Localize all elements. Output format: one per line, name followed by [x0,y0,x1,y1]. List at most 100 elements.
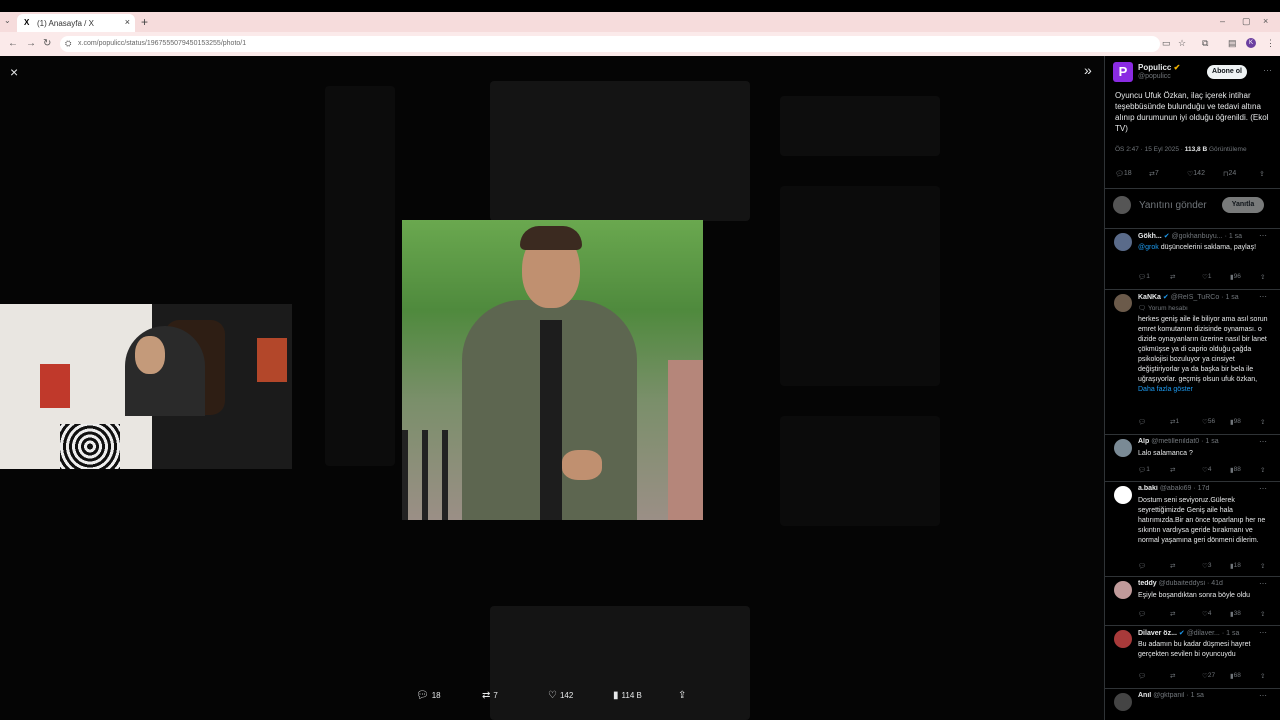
reply-share-icon[interactable]: ⇪ [1260,273,1265,281]
tweet-time[interactable]: ÖS 2:47 · 15 Eyl 2025 · [1115,146,1183,153]
reply-item[interactable]: teddy @dubaiteddysi · 41d ⋯ Eşiyle boşan… [1105,577,1280,626]
reply-share-icon[interactable]: ⇪ [1260,610,1265,618]
reply-like-button[interactable]: ♡ 56 [1202,418,1215,426]
reply-reply-button[interactable]: 💬︎ 1 [1138,273,1150,281]
reply-submit-button[interactable]: Yanıtla [1222,197,1264,213]
author-name[interactable]: Populicc ✔ [1138,63,1180,72]
reply-name[interactable]: teddy [1138,580,1157,587]
reply-reply-button[interactable]: 💬︎ [1138,418,1146,426]
reply-handle[interactable]: @abaki69 [1160,485,1192,492]
like-button[interactable]: ♡ 142 [1187,170,1205,178]
reply-retweet-button[interactable]: ⇄ [1170,562,1175,570]
reply-more-icon[interactable]: ⋯ [1259,628,1267,637]
reply-mention[interactable]: @grok [1138,244,1159,251]
reply-retweet-button[interactable]: ⇄ 1 [1170,418,1179,426]
reply-more-icon[interactable]: ⋯ [1259,579,1267,588]
author-handle[interactable]: @populicc [1138,73,1171,80]
viewer-retweet-button[interactable]: ⇄ 7 [482,690,498,701]
reply-item[interactable]: a.baki @abaki69 · 17d ⋯ Dostum seni sevi… [1105,482,1280,577]
reply-name[interactable]: Anıl [1138,692,1151,699]
viewer-share-button[interactable]: ⇪ [678,690,689,701]
reply-reply-button[interactable]: 💬︎ [1138,672,1146,680]
reply-share-icon[interactable]: ⇪ [1260,466,1265,474]
tweet-photo[interactable] [402,220,703,520]
reply-like-button[interactable]: ♡ 1 [1202,273,1211,281]
reply-handle[interactable]: @dubaiteddysi [1159,580,1205,587]
restore-icon[interactable]: ▢ [1242,16,1251,27]
minimize-icon[interactable]: – [1220,16,1225,26]
reply-retweet-button[interactable]: ⇄ [1170,466,1175,474]
reply-views[interactable]: ▮ 18 [1230,562,1241,570]
show-more-link[interactable]: Daha fazla göster [1138,386,1193,393]
profile-avatar[interactable]: K [1246,38,1256,48]
forward-icon[interactable]: → [26,38,36,49]
reply-reply-button[interactable]: 💬︎ [1138,610,1146,618]
reply-item[interactable]: Dilaver öz... ✔ @dilaver... · 1 sa ⋯ Bu … [1105,626,1280,689]
reply-handle[interactable]: @ReIS_TuRCo [1171,294,1219,301]
reload-icon[interactable]: ↻ [43,38,51,49]
reply-avatar[interactable] [1114,581,1132,599]
bookmark-button[interactable]: ⊓ 24 [1223,170,1236,178]
reply-handle[interactable]: @dilaver... [1187,630,1220,637]
site-info-icon[interactable]: ⛭ [65,39,71,49]
more-options-icon[interactable]: ⋯ [1263,65,1272,76]
reply-more-icon[interactable]: ⋯ [1259,437,1267,446]
reply-avatar[interactable] [1114,294,1132,312]
reply-share-icon[interactable]: ⇪ [1260,672,1265,680]
extensions-icon[interactable]: ⧉ [1202,38,1208,49]
reply-retweet-button[interactable]: ⇄ [1170,610,1175,618]
reply-more-icon[interactable]: ⋯ [1259,292,1267,301]
reply-avatar[interactable] [1114,233,1132,251]
subscribe-button[interactable]: Abone ol [1207,65,1247,79]
reply-item[interactable]: Alp @metillenildat0 · 1 sa ⋯ Lalo salama… [1105,435,1280,482]
reply-views[interactable]: ▮ 98 [1230,418,1241,426]
reply-avatar[interactable] [1114,439,1132,457]
url-input[interactable]: ⛭ x.com/populicc/status/1967555079450153… [60,36,1160,52]
share-button[interactable]: ⇪ [1259,170,1265,178]
reply-avatar[interactable] [1114,630,1132,648]
reply-reply-button[interactable]: 💬︎ [1138,562,1146,570]
reply-name[interactable]: Alp [1138,438,1149,445]
reply-name[interactable]: Gökh... [1138,233,1162,240]
reply-name[interactable]: a.baki [1138,485,1158,492]
expand-panel-icon[interactable]: » [1084,62,1092,78]
reply-more-icon[interactable]: ⋯ [1259,484,1267,493]
tab-search-icon[interactable]: ⌄ [4,16,11,25]
author-avatar[interactable]: P [1113,62,1133,82]
install-icon[interactable]: ▭ [1162,38,1171,49]
reply-like-button[interactable]: ♡ 4 [1202,610,1211,618]
reply-name[interactable]: KaNKa [1138,294,1161,301]
reply-handle[interactable]: @gktpanil [1153,692,1184,699]
reply-button[interactable]: 💬︎ 18 [1115,170,1132,178]
reply-like-button[interactable]: ♡ 3 [1202,562,1211,570]
reply-share-icon[interactable]: ⇪ [1260,418,1265,426]
reply-handle[interactable]: @gokhanbuyu... [1172,233,1223,240]
reply-item[interactable]: Gökh... ✔ @gokhanbuyu... · 1 sa ⋯ @grok … [1105,229,1280,290]
reply-more-icon[interactable]: ⋯ [1259,231,1267,240]
reply-like-button[interactable]: ♡ 27 [1202,672,1215,680]
close-viewer-icon[interactable]: × [10,64,18,80]
tab-close-icon[interactable]: × [125,17,130,27]
viewer-views-button[interactable]: ▮ 114 B [613,690,642,701]
reply-retweet-button[interactable]: ⇄ [1170,672,1175,680]
browser-tab[interactable]: X (1) Anasayfa / X × [17,14,135,32]
reply-more-icon[interactable]: ⋯ [1259,691,1267,700]
reply-views[interactable]: ▮ 38 [1230,610,1241,618]
browser-menu-icon[interactable]: ⋮ [1266,38,1275,49]
viewer-like-button[interactable]: ♡ 142 [548,690,573,701]
reply-share-icon[interactable]: ⇪ [1260,562,1265,570]
viewer-reply-button[interactable]: 💬︎ 18 [416,690,441,701]
retweet-button[interactable]: ⇄ 7 [1149,170,1159,178]
reply-views[interactable]: ▮ 88 [1230,466,1241,474]
reply-retweet-button[interactable]: ⇄ [1170,273,1175,281]
sidebar-icon[interactable]: ▤ [1228,38,1237,49]
new-tab-button[interactable]: + [141,15,148,29]
bookmark-star-icon[interactable]: ☆ [1178,38,1186,49]
reply-item[interactable]: KaNKa ✔ @ReIS_TuRCo · 1 sa ⋯ 🗨︎ Yorum he… [1105,290,1280,435]
reply-item[interactable]: Anıl @gktpanil · 1 sa ⋯ [1105,689,1280,720]
window-close-icon[interactable]: × [1263,16,1268,26]
reply-handle[interactable]: @metillenildat0 [1151,438,1199,445]
reply-like-button[interactable]: ♡ 4 [1202,466,1211,474]
reply-input[interactable]: Yanıtını gönder [1139,200,1207,211]
back-icon[interactable]: ← [8,38,18,49]
